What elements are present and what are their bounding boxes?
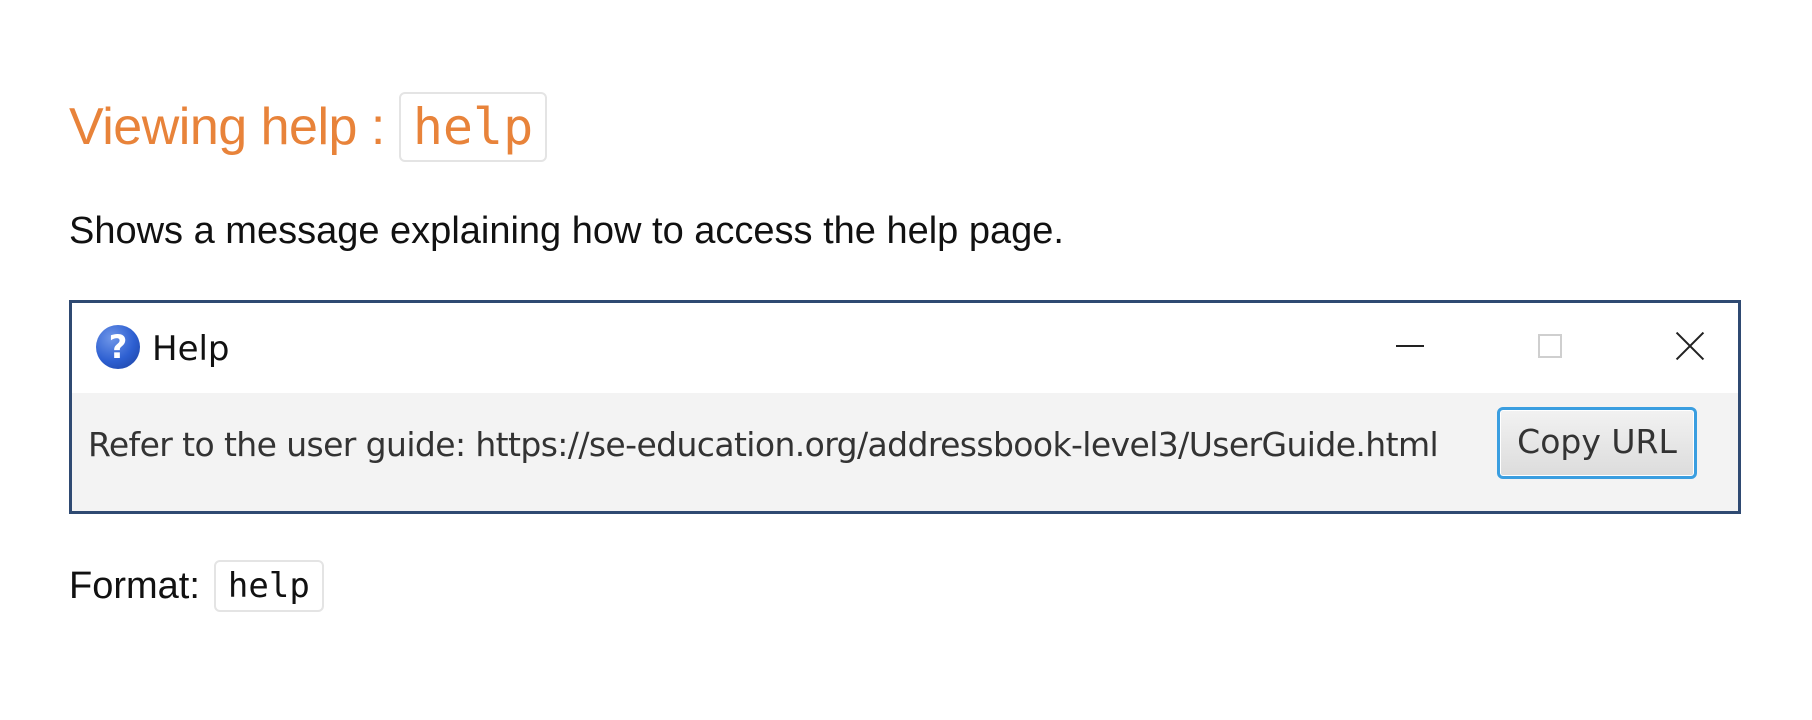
question-mark-icon: ? [96,325,140,369]
minimize-button[interactable] [1380,321,1440,371]
window-title: Help [152,329,230,369]
maximize-button[interactable] [1520,321,1580,371]
format-code: help [213,560,324,612]
section-heading: Viewing help : help [69,92,548,162]
window-content: Refer to the user guide: https://se-educ… [72,393,1738,511]
heading-text: Viewing help : [69,98,385,156]
format-label: Format: [69,564,200,607]
minimize-icon [1396,345,1424,347]
close-icon [1675,331,1705,361]
maximize-icon [1538,334,1562,358]
copy-url-button[interactable]: Copy URL [1497,407,1697,479]
section-description: Shows a message explaining how to access… [69,210,1064,252]
user-guide-message: Refer to the user guide: https://se-educ… [88,425,1439,464]
help-window-screenshot: ? Help Refer to the user guide: https://… [69,300,1741,514]
window-titlebar: ? Help [72,303,1738,393]
heading-code: help [398,92,548,162]
close-button[interactable] [1660,321,1720,371]
format-line: Format: help [69,560,324,612]
